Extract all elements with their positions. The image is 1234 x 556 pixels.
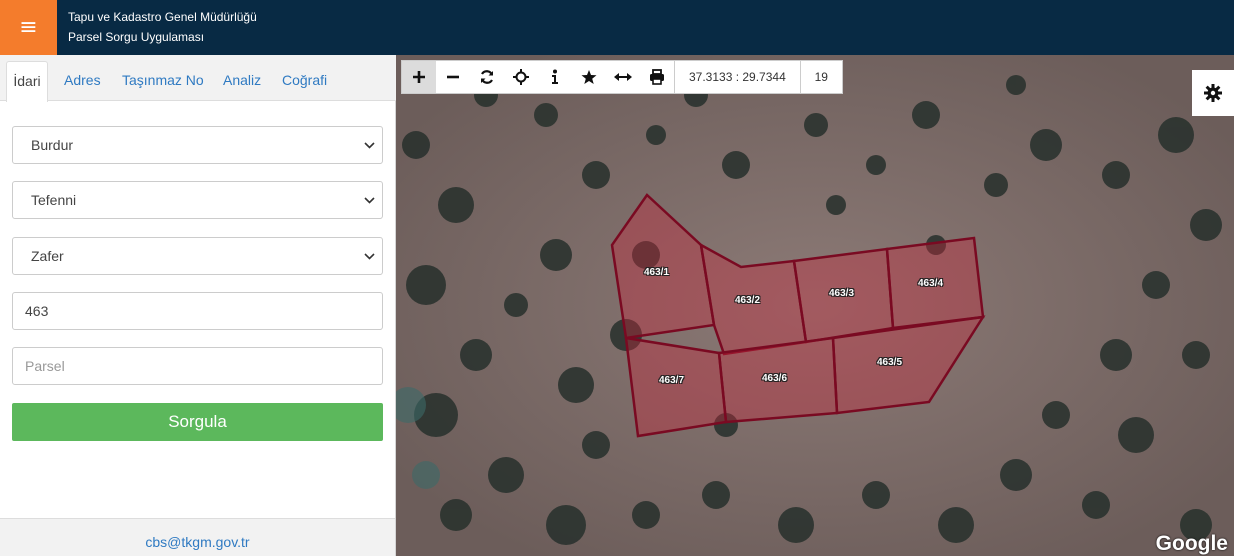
neighborhood-select[interactable]: Zafer bbox=[12, 237, 383, 275]
tab-bar: İdari Adres Taşınmaz No Analiz Coğrafi bbox=[0, 55, 396, 102]
tab-adres[interactable]: Adres bbox=[64, 55, 101, 101]
district-select[interactable]: Tefenni bbox=[12, 181, 383, 219]
chevron-down-icon bbox=[364, 195, 375, 205]
measure-button[interactable] bbox=[606, 61, 640, 93]
info-icon bbox=[552, 69, 558, 84]
menu-button[interactable]: ≡ bbox=[0, 0, 57, 55]
org-name: Tapu ve Kadastro Genel Müdürlüğü bbox=[68, 10, 257, 24]
neighborhood-value: Zafer bbox=[31, 248, 64, 264]
coordinate-display: 37.3133 : 29.7344 bbox=[674, 61, 800, 93]
chevron-down-icon bbox=[364, 251, 375, 261]
print-icon bbox=[650, 69, 664, 85]
parcel-label: 463/2 bbox=[735, 295, 761, 306]
parcel-label: 463/7 bbox=[659, 375, 685, 386]
zoom-out-button[interactable] bbox=[436, 61, 470, 93]
settings-button[interactable] bbox=[1192, 70, 1234, 116]
print-button[interactable] bbox=[640, 61, 674, 93]
footer: cbs@tkgm.gov.tr bbox=[0, 518, 395, 556]
star-icon bbox=[581, 70, 597, 84]
tab-cografi[interactable]: Coğrafi bbox=[282, 55, 327, 101]
tab-tasinmaz-no[interactable]: Taşınmaz No bbox=[122, 55, 204, 101]
arrows-horizontal-icon bbox=[614, 73, 632, 81]
zoom-in-button[interactable] bbox=[402, 61, 436, 93]
contact-email-link[interactable]: cbs@tkgm.gov.tr bbox=[145, 534, 249, 550]
app-name: Parsel Sorgu Uygulaması bbox=[68, 30, 205, 44]
parcel-label: 463/4 bbox=[918, 278, 944, 289]
province-select[interactable]: Burdur bbox=[12, 126, 383, 164]
app-title: Tapu ve Kadastro Genel Müdürlüğü Parsel … bbox=[68, 7, 257, 47]
refresh-button[interactable] bbox=[470, 61, 504, 93]
refresh-icon bbox=[480, 70, 494, 84]
hamburger-icon: ≡ bbox=[19, 14, 38, 40]
google-logo: Google bbox=[1155, 532, 1228, 555]
map-toolbar: 37.3133 : 29.7344 19 bbox=[401, 60, 843, 94]
map-view[interactable]: 463/1 463/2 463/3 463/4 463/5 463/6 463/… bbox=[396, 55, 1234, 556]
favorite-button[interactable] bbox=[572, 61, 606, 93]
province-value: Burdur bbox=[31, 137, 74, 153]
app-header: ≡ Tapu ve Kadastro Genel Müdürlüğü Parse… bbox=[0, 0, 1234, 55]
parcel-label: 463/6 bbox=[762, 373, 788, 384]
minus-icon bbox=[447, 75, 459, 79]
district-value: Tefenni bbox=[31, 192, 77, 208]
gear-icon bbox=[1204, 84, 1222, 102]
locate-button[interactable] bbox=[504, 61, 538, 93]
crosshair-icon bbox=[513, 69, 529, 85]
parcel-input[interactable]: Parsel bbox=[12, 347, 383, 385]
info-button[interactable] bbox=[538, 61, 572, 93]
query-button[interactable]: Sorgula bbox=[12, 403, 383, 441]
tab-idari[interactable]: İdari bbox=[6, 61, 48, 102]
parcel-label: 463/3 bbox=[829, 288, 855, 299]
parcel-label: 463/5 bbox=[877, 357, 903, 368]
satellite-imagery bbox=[396, 55, 1234, 556]
block-input[interactable]: 463 bbox=[12, 292, 383, 330]
tab-analiz[interactable]: Analiz bbox=[223, 55, 261, 101]
chevron-down-icon bbox=[364, 140, 375, 150]
plus-icon bbox=[413, 71, 425, 83]
zoom-level-display: 19 bbox=[799, 61, 842, 93]
parcel-label: 463/1 bbox=[644, 267, 670, 278]
sidebar: İdari Adres Taşınmaz No Analiz Coğrafi B… bbox=[0, 55, 396, 556]
